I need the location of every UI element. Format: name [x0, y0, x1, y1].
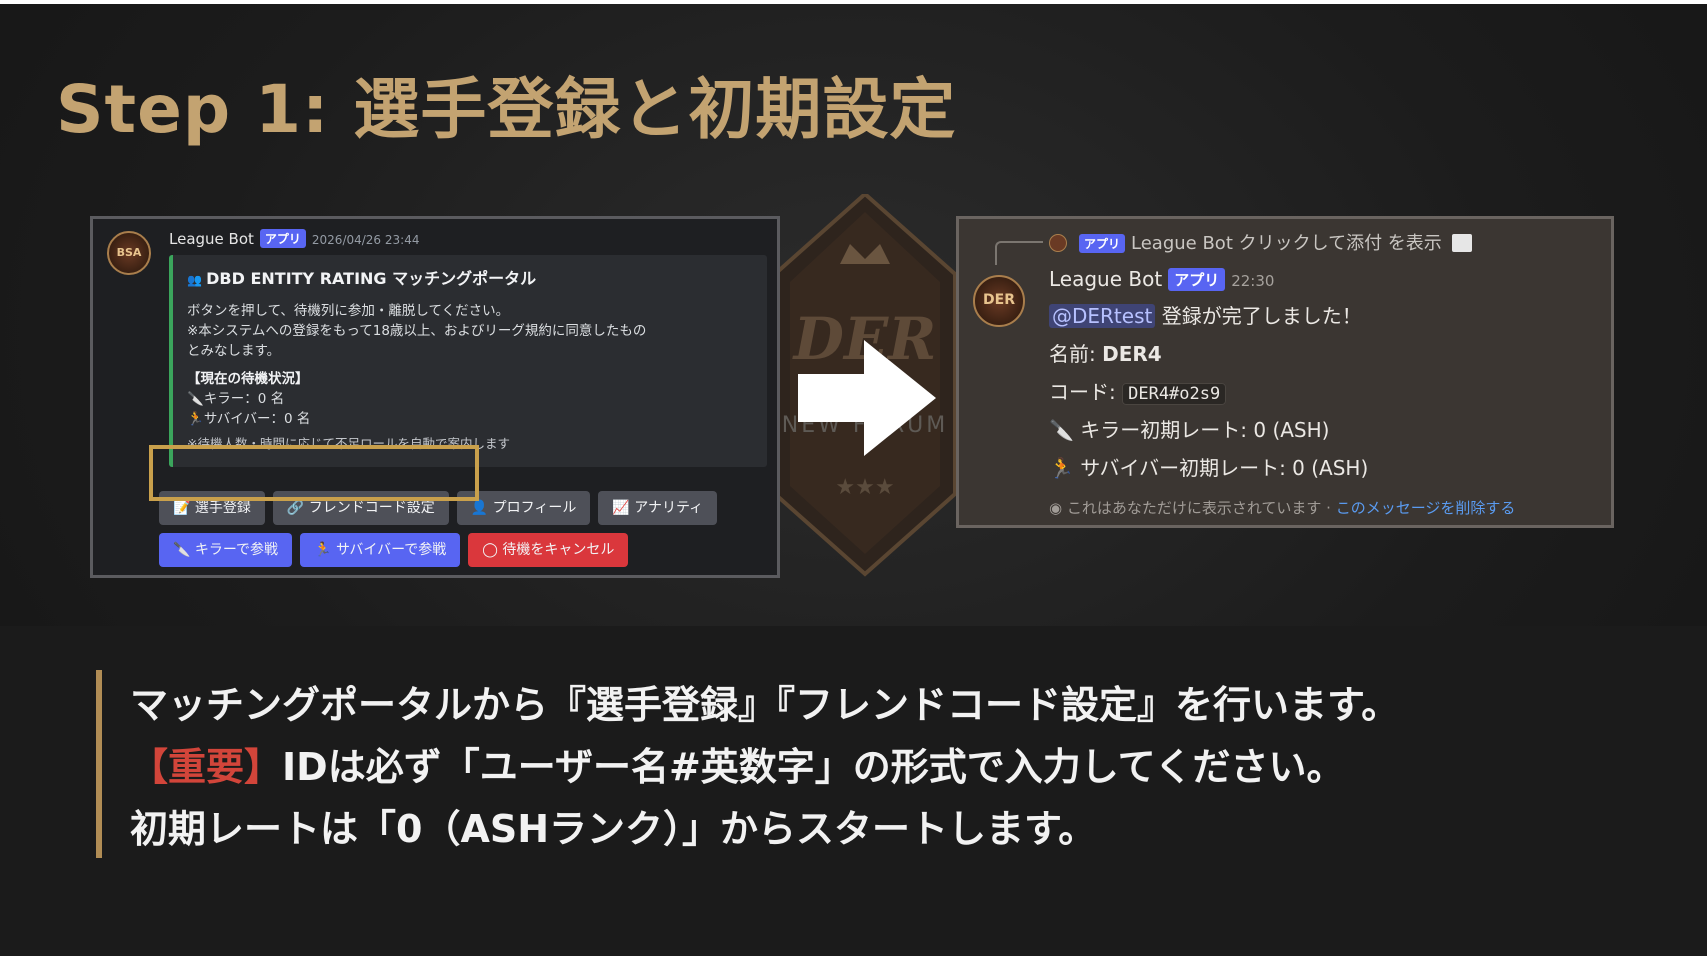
- link-icon: 🔗: [286, 500, 309, 516]
- bot-avatar: DER: [973, 275, 1025, 327]
- message-header: League Bot アプリ 2026/04/26 23:44: [169, 229, 419, 248]
- reply-connector: [995, 241, 1043, 265]
- message-header: League Bot アプリ 22:30: [1049, 267, 1368, 291]
- people-icon: 👥: [187, 273, 207, 287]
- knife-icon: 🔪: [173, 542, 195, 558]
- cancel-queue-button[interactable]: ◯ 待機をキャンセル: [468, 533, 629, 567]
- svg-text:★★★: ★★★: [835, 475, 894, 500]
- arrow-right-icon: [798, 340, 936, 456]
- reply-text: クリックして添付 を表示: [1238, 233, 1442, 254]
- app-badge: アプリ: [1168, 268, 1226, 291]
- killer-rate-line: 🔪 キラー初期レート: 0 (ASH): [1049, 418, 1330, 442]
- circle-icon: ◯: [482, 542, 503, 558]
- memo-icon: 📝: [173, 500, 195, 516]
- image-icon: [1451, 234, 1472, 252]
- caption: マッチングポータルから『選手登録』『フレンドコード設定』を行います。 【重要】I…: [130, 674, 1399, 860]
- highlight-box: [149, 445, 479, 501]
- bot-avatar: BSA: [107, 231, 151, 275]
- accent-bar: [96, 670, 102, 858]
- completion-line: @DERtest 登録が完了しました！: [1049, 300, 1368, 329]
- chart-icon: 📈: [612, 500, 635, 516]
- reply-preview[interactable]: アプリ League Bot クリックして添付 を表示: [1049, 229, 1472, 255]
- analytics-button[interactable]: 📈 アナリティ: [598, 491, 718, 525]
- portal-embed: 👥 DBD ENTITY RATING マッチングポータル ボタンを押して、待機…: [169, 255, 767, 467]
- eye-icon: ◉: [1049, 499, 1067, 517]
- important-label: 【重要】: [130, 745, 283, 789]
- friend-code: DER4#o2s9: [1122, 383, 1227, 405]
- runner-icon: 🏃: [314, 542, 336, 558]
- portal-buttons-row2: 🔪 キラーで参戦 🏃 サバイバーで参戦 ◯ 待機をキャンセル: [159, 533, 636, 567]
- name-line: 名前: DER4: [1049, 342, 1162, 366]
- portal-screenshot: BSA League Bot アプリ 2026/04/26 23:44 👥 DBD …: [90, 216, 780, 578]
- user-icon: 👤: [470, 500, 493, 516]
- ephemeral-footer: ◉ これはあなただけに表示されています · このメッセージを削除する: [1049, 499, 1516, 517]
- code-line: コード: DER4#o2s9: [1049, 376, 1368, 405]
- user-mention[interactable]: @DERtest: [1049, 304, 1156, 328]
- survivor-icon: 🏃: [187, 411, 204, 427]
- runner-icon: 🏃: [1049, 456, 1074, 480]
- join-survivor-button[interactable]: 🏃 サバイバーで参戦: [300, 533, 461, 567]
- timestamp: 2026/04/26 23:44: [311, 233, 420, 247]
- embed-title: 👥 DBD ENTITY RATING マッチングポータル: [187, 269, 537, 288]
- registration-result-screenshot: アプリ League Bot クリックして添付 を表示 DER League Bo…: [956, 216, 1614, 528]
- app-badge: アプリ: [259, 229, 306, 248]
- killer-icon: 🔪: [187, 391, 204, 407]
- caption-line-1: マッチングポータルから『選手登録』『フレンドコード設定』を行います。: [130, 683, 1400, 727]
- knife-icon: 🔪: [1049, 418, 1074, 442]
- app-badge: アプリ: [1079, 234, 1126, 253]
- page-title: Step 1: 選手登録と初期設定: [56, 71, 957, 148]
- bot-message: League Bot アプリ 22:30 @DERtest 登録が完了しました！ 名…: [1049, 267, 1368, 481]
- caption-line-3: 初期レートは「0（ASHランク）」からスタートします。: [130, 807, 1097, 851]
- slide: Step 1: 選手登録と初期設定 DER NEW FORUM ★★★ BSA …: [0, 4, 1707, 956]
- queue-status: 【現在の待機状況】 🔪キラー：0 名 🏃サバイバー：0 名: [187, 371, 311, 427]
- survivor-rate-line: 🏃 サバイバー初期レート: 0 (ASH): [1049, 456, 1369, 480]
- message-time: 22:30: [1231, 272, 1275, 290]
- delete-message-link[interactable]: このメッセージを削除する: [1336, 499, 1516, 517]
- reply-bot-name: League Bot: [1131, 233, 1233, 254]
- caption-line-2: 【重要】IDは必ず「ユーザー名#英数字」の形式で入力してください。: [130, 745, 1345, 789]
- embed-description: ボタンを押して、待機列に参加・離脱してください。 ※本システムへの登録をもって1…: [187, 303, 647, 359]
- join-killer-button[interactable]: 🔪 キラーで参戦: [159, 533, 293, 567]
- bot-name[interactable]: League Bot: [1049, 267, 1162, 291]
- bot-name[interactable]: League Bot: [169, 230, 254, 248]
- mini-avatar: [1049, 234, 1067, 252]
